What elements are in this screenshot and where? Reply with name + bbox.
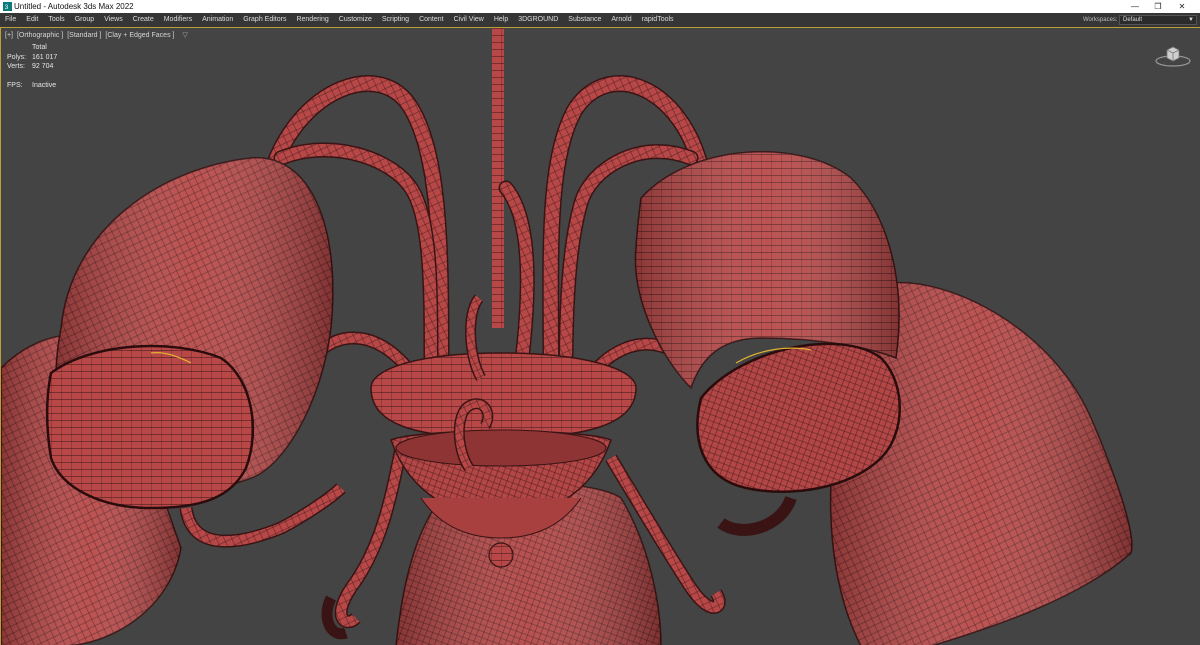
workspaces-value: Default	[1123, 17, 1143, 23]
menu-item-file[interactable]: File	[0, 13, 21, 27]
menu-item-substance[interactable]: Substance	[563, 13, 606, 27]
filter-icon[interactable]: ▽	[182, 32, 187, 39]
shade-front-right	[634, 151, 901, 493]
shade-front-left	[46, 157, 334, 510]
maximize-button[interactable]: ❐	[1148, 0, 1168, 13]
stats-header: Total	[32, 44, 47, 51]
viewcube-icon[interactable]	[1153, 44, 1193, 68]
fps-value: Inactive	[32, 81, 57, 89]
3dsmax-app-icon: 3	[3, 2, 12, 11]
menu-item-rapidtools[interactable]: rapidTools	[637, 13, 679, 27]
menu-item-modifiers[interactable]: Modifiers	[159, 13, 197, 27]
viewport-pov-label[interactable]: [Orthographic ]	[17, 32, 63, 39]
fps-label: FPS:	[7, 81, 23, 89]
orthographic-viewport[interactable]: [+] [Orthographic ] [Standard ] [Clay + …	[0, 27, 1200, 645]
menu-item-scripting[interactable]: Scripting	[377, 13, 414, 27]
menu-item-views[interactable]: Views	[99, 13, 128, 27]
viewport-menu-plus[interactable]: [+]	[5, 32, 13, 39]
menu-item-create[interactable]: Create	[128, 13, 159, 27]
menu-item-tools[interactable]: Tools	[43, 13, 69, 27]
menu-item-civil-view[interactable]: Civil View	[449, 13, 489, 27]
viewport-label[interactable]: [+] [Orthographic ] [Standard ] [Clay + …	[5, 31, 190, 39]
menu-item-animation[interactable]: Animation	[197, 13, 238, 27]
workspaces-label: Workspaces:	[1083, 17, 1118, 23]
svg-text:3: 3	[5, 4, 9, 11]
menu-item-edit[interactable]: Edit	[21, 13, 43, 27]
menu-item-rendering[interactable]: Rendering	[291, 13, 333, 27]
menu-item-3dground[interactable]: 3DGROUND	[513, 13, 563, 27]
menu-item-group[interactable]: Group	[70, 13, 99, 27]
close-button[interactable]: ✕	[1172, 0, 1192, 13]
window-title: Untitled - Autodesk 3ds Max 2022	[14, 2, 134, 11]
center-rod	[492, 28, 504, 328]
bowl-finial	[488, 542, 514, 568]
menu-item-graph-editors[interactable]: Graph Editors	[238, 13, 291, 27]
viewport-standard-label[interactable]: [Standard ]	[67, 32, 101, 39]
workspaces-dropdown[interactable]: Default ▼	[1119, 15, 1197, 25]
polys-label: Polys:	[7, 53, 27, 61]
menu-item-content[interactable]: Content	[414, 13, 449, 27]
title-bar: 3 Untitled - Autodesk 3ds Max 2022 — ❐ ✕	[0, 0, 1200, 13]
menu-items: File Edit Tools Group Views Create Modifiers An…	[0, 13, 679, 27]
verts-label: Verts:	[7, 63, 25, 70]
viewport-statistics: Total Polys: 161 017 Verts: 92 704 FPS: Ina…	[7, 43, 57, 90]
menu-item-help[interactable]: Help	[489, 13, 513, 27]
menu-bar: File Edit Tools Group Views Create Modifiers An…	[0, 13, 1200, 27]
menu-item-arnold[interactable]: Arnold	[606, 13, 636, 27]
shade-front-left-opening	[46, 344, 255, 510]
minimize-button[interactable]: —	[1125, 0, 1145, 13]
polys-value: 161 017	[32, 53, 58, 61]
menu-item-customize[interactable]: Customize	[334, 13, 377, 27]
viewport-shading-label[interactable]: [Clay + Edged Faces ]	[105, 32, 174, 39]
chevron-down-icon: ▼	[1188, 17, 1194, 23]
verts-value: 92 704	[32, 63, 54, 70]
chandelier-mesh-render	[1, 28, 1133, 645]
